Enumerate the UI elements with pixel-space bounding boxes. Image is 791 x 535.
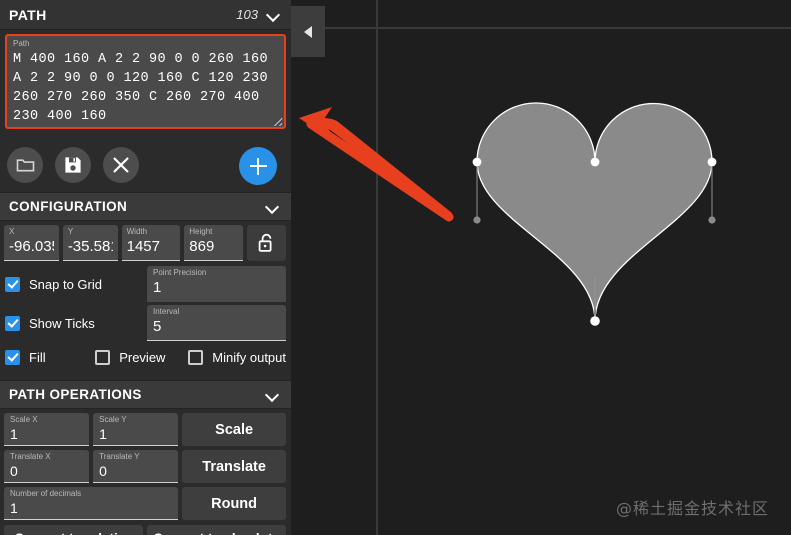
plus-icon-vertical [256,157,260,175]
translate-button[interactable]: Translate [182,450,286,483]
checkbox-icon-unchecked [95,349,111,365]
aspect-lock-button[interactable] [246,225,286,261]
x-field-label: X [9,227,15,236]
unlock-icon [258,233,272,252]
fill-label: Fill [29,349,46,365]
interval-value: 5 [153,318,162,335]
open-file-button[interactable] [7,147,43,183]
snap-to-grid-line: Snap to Grid Point Precision 1 [5,266,286,302]
chevron-down-icon[interactable] [266,202,280,211]
path-input[interactable]: M 400 160 A 2 2 90 0 0 260 160 A 2 2 90 … [13,50,278,126]
translate-y-field[interactable]: Translate Y 0 [93,450,179,483]
scale-y-value: 1 [99,426,107,442]
x-field[interactable]: X -96.0359 [4,225,59,261]
point-precision-value: 1 [153,279,162,296]
y-field-label: Y [67,227,74,236]
path-operations-title: PATH OPERATIONS [9,387,142,402]
resize-handle[interactable] [272,115,283,126]
y-field[interactable]: Y -35.5819 [62,225,118,261]
snap-to-grid-label: Snap to Grid [29,276,102,292]
x-field-value: -96.0359 [9,238,54,255]
minify-output-checkbox[interactable]: Minify output [188,349,286,365]
chevron-down-icon[interactable] [266,390,280,399]
fill-checkbox[interactable]: Fill [5,349,95,365]
path-input-label: Path [13,39,30,48]
convert-to-relative-button[interactable]: Convert to relative [4,525,143,535]
translate-row: Translate X 0 Translate Y 0 Translate [0,446,291,483]
decimals-field[interactable]: Number of decimals 1 [4,487,179,520]
translate-y-value: 0 [99,463,107,479]
configuration-title: CONFIGURATION [9,199,128,214]
show-ticks-checkbox[interactable]: Show Ticks [5,305,138,341]
point-precision-field[interactable]: Point Precision 1 [147,266,286,302]
annotation-arrow [299,107,454,222]
scale-button[interactable]: Scale [182,413,286,446]
width-field[interactable]: Width 1457 [121,225,181,261]
checkbox-icon-checked [5,315,20,331]
round-button[interactable]: Round [182,487,286,520]
save-icon [65,157,81,173]
path-length-count: 103 [236,7,258,22]
convert-row: Convert to relative Convert to absolute [0,520,291,535]
snap-to-grid-checkbox[interactable]: Snap to Grid [5,266,138,302]
add-path-button[interactable] [239,147,277,185]
canvas-area[interactable]: @稀土掘金技术社区 [291,0,791,535]
point-precision-label: Point Precision [153,268,207,277]
checkbox-icon-unchecked [188,349,204,365]
preview-checkbox[interactable]: Preview [95,349,188,365]
annotation-arrow-shaft [306,119,454,222]
show-ticks-label: Show Ticks [29,315,95,331]
toggle-row: Fill Preview Minify output [0,344,291,370]
minify-output-label: Minify output [212,349,286,365]
preview-label: Preview [119,349,166,365]
checkbox-icon-checked [5,276,20,292]
app-root: PATH 103 Path M 400 160 A 2 2 90 0 0 260… [0,0,791,535]
path-input-container[interactable]: Path M 400 160 A 2 2 90 0 0 260 160 A 2 … [5,34,286,129]
scale-x-label: Scale X [10,415,38,424]
action-toolbar [0,138,291,192]
decimals-label: Number of decimals [10,489,82,498]
round-row: Number of decimals 1 Round [0,483,291,520]
folder-icon [16,159,34,172]
watermark-text: @稀土掘金技术社区 [615,499,769,518]
configuration-section-header[interactable]: CONFIGURATION [0,192,291,221]
scale-x-value: 1 [10,426,18,442]
convert-to-absolute-button[interactable]: Convert to absolute [147,525,286,535]
translate-x-value: 0 [10,463,18,479]
scale-row: Scale X 1 Scale Y 1 Scale [0,409,291,446]
y-field-value: -35.5819 [67,238,113,255]
scale-y-field[interactable]: Scale Y 1 [93,413,179,446]
save-button[interactable] [55,147,91,183]
path-operations-section-header[interactable]: PATH OPERATIONS [0,380,291,409]
checkbox-icon-checked [5,349,20,365]
translate-x-field[interactable]: Translate X 0 [4,450,90,483]
height-field-value: 869 [189,238,215,255]
width-field-value: 1457 [126,238,160,255]
chevron-down-icon[interactable] [267,10,281,19]
close-button[interactable] [103,147,139,183]
show-ticks-line: Show Ticks Interval 5 [5,305,286,341]
configuration-options: Snap to Grid Point Precision 1 Show Tick… [0,261,291,341]
height-field-label: Height [189,227,213,236]
height-field[interactable]: Height 869 [184,225,243,261]
scale-y-label: Scale Y [99,415,127,424]
close-icon [113,157,129,173]
translate-x-label: Translate X [10,452,51,461]
interval-field[interactable]: Interval 5 [147,305,286,341]
translate-y-label: Translate Y [99,452,140,461]
scale-x-field[interactable]: Scale X 1 [4,413,90,446]
width-field-label: Width [126,227,148,236]
bbox-fields-row: X -96.0359 Y -35.5819 Width 1457 Height … [0,221,291,261]
interval-label: Interval [153,307,180,316]
left-panel: PATH 103 Path M 400 160 A 2 2 90 0 0 260… [0,0,291,535]
path-panel-header[interactable]: PATH 103 [0,0,291,30]
page-title: PATH [9,6,47,23]
decimals-value: 1 [10,500,18,516]
